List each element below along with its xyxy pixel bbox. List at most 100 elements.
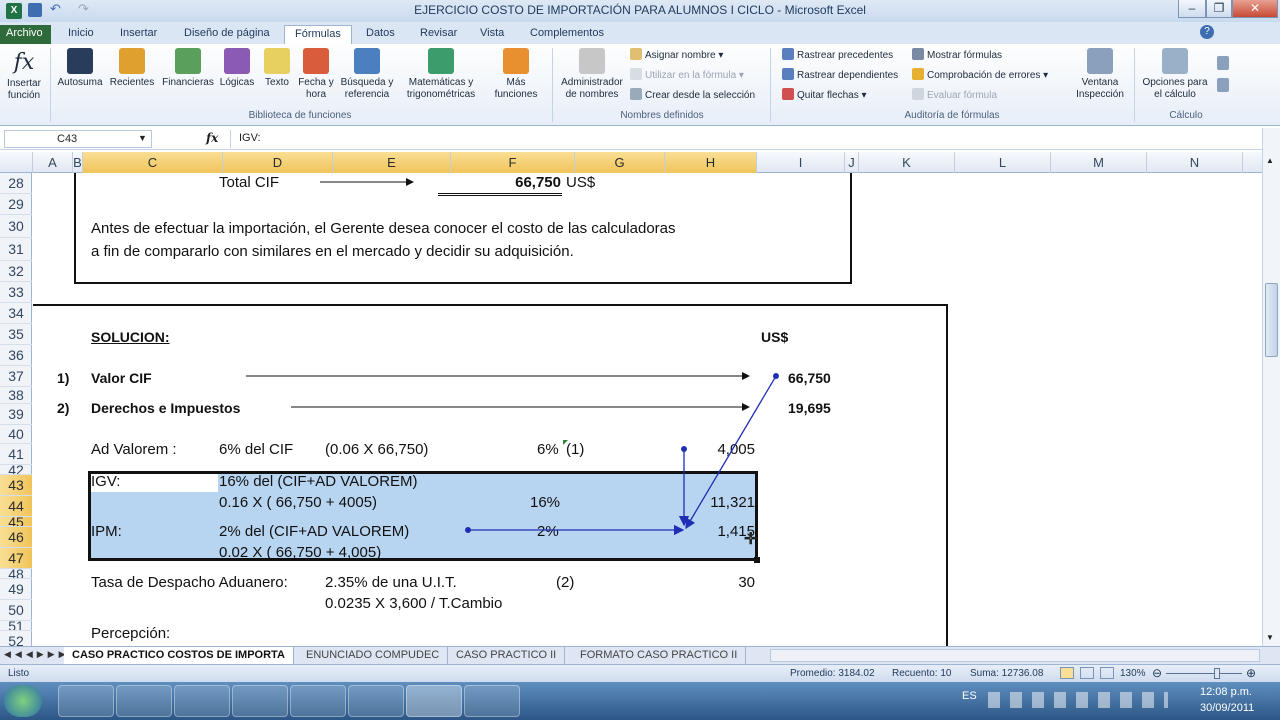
calc-options-button[interactable]: Opciones para el cálculo	[1138, 48, 1212, 101]
column-header[interactable]: M	[1051, 152, 1147, 173]
function-library-button[interactable]: Recientes	[106, 48, 158, 89]
evaluate-formula-button[interactable]: Evaluar fórmula	[912, 88, 1068, 104]
row-header[interactable]: 35	[0, 324, 32, 345]
select-all-corner[interactable]	[0, 152, 33, 173]
row-header[interactable]: 29	[0, 194, 32, 215]
row-header[interactable]: 47	[0, 548, 32, 569]
fx-button[interactable]: fx	[206, 131, 218, 145]
row-header[interactable]: 40	[0, 425, 32, 444]
glove-taskbar-icon[interactable]	[464, 685, 520, 717]
excel-taskbar-icon[interactable]	[406, 685, 462, 717]
row-header[interactable]: 50	[0, 600, 32, 621]
page-break-icon[interactable]	[1100, 667, 1114, 679]
column-header[interactable]: D	[223, 152, 333, 173]
calc-now-icon[interactable]	[1217, 56, 1229, 70]
name-box[interactable]: C43	[4, 130, 152, 148]
row-header[interactable]: 37	[0, 366, 32, 387]
tray-icons[interactable]	[988, 692, 1168, 708]
clock-date[interactable]: 30/09/2011	[1200, 702, 1254, 714]
column-header[interactable]: I	[757, 152, 845, 173]
watch-window-button[interactable]: Ventana Inspección	[1070, 48, 1130, 101]
row-header[interactable]: 42	[0, 465, 32, 475]
chrome-taskbar-icon[interactable]	[116, 685, 172, 717]
column-header[interactable]: B	[73, 152, 83, 173]
scroll-thumb[interactable]	[1265, 283, 1278, 357]
use-in-formula-button[interactable]: Utilizar en la fórmula ▾	[630, 68, 770, 84]
tab-complementos[interactable]: Complementos	[520, 25, 614, 44]
folder-taskbar-icon[interactable]	[232, 685, 288, 717]
calc-sheet-icon[interactable]	[1217, 78, 1229, 92]
start-button[interactable]	[4, 685, 42, 717]
row-header[interactable]: 38	[0, 387, 32, 404]
column-header[interactable]: F	[451, 152, 575, 173]
name-manager-button[interactable]: Administrador de nombres	[556, 48, 628, 101]
row-header[interactable]: 45	[0, 517, 32, 527]
function-library-button[interactable]: Financieras	[160, 48, 216, 89]
column-header[interactable]: J	[845, 152, 859, 173]
create-from-selection-button[interactable]: Crear desde la selección	[630, 88, 770, 104]
row-header[interactable]: 34	[0, 303, 32, 324]
sheet-nav-icons[interactable]: ◀◀◀▶▶▶	[4, 649, 70, 660]
firefox-taskbar-icon[interactable]	[174, 685, 230, 717]
tab-vista[interactable]: Vista	[470, 25, 514, 44]
define-name-button[interactable]: Asignar nombre ▾	[630, 48, 770, 64]
worksheet[interactable]: Total CIF 66,750 US$ Antes de efectuar l…	[33, 173, 1262, 646]
row-header[interactable]: 48	[0, 569, 32, 579]
function-library-button[interactable]: Búsqueda y referencia	[338, 48, 396, 101]
row-header[interactable]: 46	[0, 527, 32, 548]
trace-dependents-button[interactable]: Rastrear dependientes	[782, 68, 908, 84]
close-button[interactable]: ✕	[1232, 0, 1278, 18]
language-indicator[interactable]: ES	[962, 690, 977, 702]
function-library-button[interactable]: Autosuma	[54, 48, 106, 89]
zoom-slider-thumb[interactable]	[1214, 668, 1220, 679]
tab-insertar[interactable]: Insertar	[110, 25, 167, 44]
row-header[interactable]: 39	[0, 404, 32, 425]
minimize-button[interactable]: –	[1178, 0, 1206, 18]
row-header[interactable]: 49	[0, 579, 32, 600]
column-header[interactable]: K	[859, 152, 955, 173]
show-formulas-button[interactable]: Mostrar fórmulas	[912, 48, 1068, 64]
row-header[interactable]: 44	[0, 496, 32, 517]
row-header[interactable]: 33	[0, 282, 32, 303]
row-header[interactable]: 32	[0, 261, 32, 282]
tab-inicio[interactable]: Inicio	[58, 25, 104, 44]
function-library-button[interactable]: Más funciones	[486, 48, 546, 101]
sheet-tab-caso-practico[interactable]: CASO PRACTICO COSTOS DE IMPORTA	[64, 647, 294, 664]
zoom-out-icon[interactable]: ⊖	[1152, 666, 1162, 680]
formula-input[interactable]: IGV:	[230, 130, 1262, 148]
zoom-slider[interactable]	[1166, 673, 1242, 674]
column-header[interactable]: C	[83, 152, 223, 173]
help-icon[interactable]: ?	[1200, 25, 1214, 39]
sheet-tab-formato[interactable]: FORMATO CASO PRACTICO II	[572, 647, 747, 664]
column-header[interactable]: E	[333, 152, 451, 173]
page-layout-icon[interactable]	[1080, 667, 1094, 679]
function-library-button[interactable]: Texto	[260, 48, 294, 89]
maximize-button[interactable]: ❐	[1206, 0, 1232, 18]
remove-arrows-button[interactable]: Quitar flechas ▾	[782, 88, 908, 104]
function-library-button[interactable]: Matemáticas y trigonométricas	[398, 48, 484, 101]
row-header[interactable]: 36	[0, 345, 32, 366]
row-header[interactable]: 31	[0, 238, 32, 261]
tab-revisar[interactable]: Revisar	[410, 25, 467, 44]
insert-function-button[interactable]: fx Insertar función	[2, 48, 46, 102]
column-header[interactable]: H	[665, 152, 757, 173]
normal-view-icon[interactable]	[1060, 667, 1074, 679]
row-header[interactable]: 30	[0, 215, 32, 238]
error-checking-button[interactable]: Comprobación de errores ▾	[912, 68, 1068, 84]
function-library-button[interactable]: Fecha y hora	[296, 48, 336, 101]
tab-datos[interactable]: Datos	[356, 25, 405, 44]
vertical-scrollbar[interactable]: ▲ ▼	[1262, 128, 1280, 646]
name-box-dropdown-icon[interactable]: ▼	[138, 133, 147, 143]
tab-archivo[interactable]: Archivo	[0, 25, 51, 44]
sheet-tab-caso-practico-ii[interactable]: CASO PRACTICO II	[448, 647, 566, 664]
row-header[interactable]: 51	[0, 621, 32, 631]
tab-diseno-pagina[interactable]: Diseño de página	[174, 25, 280, 44]
media-taskbar-icon[interactable]	[290, 685, 346, 717]
column-header[interactable]: N	[1147, 152, 1243, 173]
trace-precedents-button[interactable]: Rastrear precedentes	[782, 48, 908, 64]
clock-time[interactable]: 12:08 p.m.	[1200, 686, 1252, 698]
horizontal-scrollbar[interactable]	[770, 649, 1260, 662]
app-taskbar-icon[interactable]	[348, 685, 404, 717]
column-header[interactable]: A	[33, 152, 73, 173]
zoom-in-icon[interactable]: ⊕	[1246, 666, 1256, 680]
